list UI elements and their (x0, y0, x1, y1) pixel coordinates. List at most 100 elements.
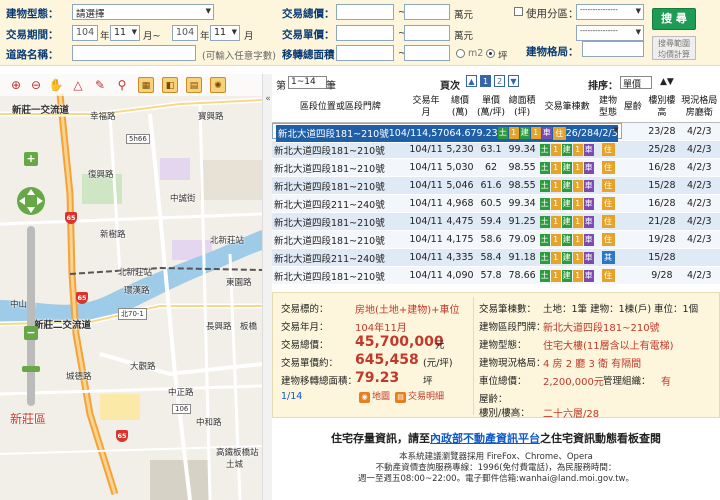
cell-type: 住 (595, 266, 621, 285)
unit-price-select[interactable]: --------------- (576, 25, 644, 41)
year-from-input[interactable]: 104 (72, 25, 98, 41)
col-total[interactable]: 總價(萬) (443, 92, 477, 123)
detail-area-value: 79.23 (355, 370, 400, 386)
cell-pieces: 土1建1車 (497, 124, 553, 143)
cell-floor: 21/28 (645, 212, 679, 231)
average-price-calc-button[interactable]: 搜尋範圍 均價計算 (652, 36, 696, 60)
table-row[interactable]: 新北大道四段181~210號 104/11 4,475 59.4 91.25 土 1 建 1 車住… (272, 212, 720, 231)
col-layout[interactable]: 現況格局房廳衛 (678, 92, 720, 123)
col-type[interactable]: 建物型態 (595, 92, 621, 123)
month-from-select[interactable]: 11 (110, 25, 140, 41)
zoom-out-tool-icon[interactable]: ⊖ (28, 77, 44, 93)
use-zone-select[interactable]: --------------- (576, 4, 644, 20)
map-view[interactable]: 新莊一交流道 幸福路 寶興路 5h66 復興路 中誠街 新樹路 北新莊站 北新莊… (0, 74, 262, 500)
month-to-unit: 月 (244, 31, 254, 42)
col-area[interactable]: 總面積(坪) (505, 92, 539, 123)
detail-unit-unit: (元/坪) (423, 358, 453, 369)
table-row[interactable]: 新北大道四段181~210號 104/11 5,046 61.6 98.55 土 1 建 1 車住… (272, 176, 720, 195)
road-input[interactable] (72, 45, 196, 61)
detail-divider (473, 297, 474, 415)
table-row[interactable]: 新北大道四段211~240號 104/11 4,335 58.4 91.18 土 1 建 1 車其… (272, 248, 720, 267)
collapse-panel-button[interactable]: « (262, 74, 272, 500)
map-label-dazhong: 大觀路 (130, 362, 156, 372)
unit-price-max-input[interactable] (404, 25, 450, 41)
zoom-out-button[interactable]: − (24, 326, 38, 340)
page-next-icon[interactable]: ▼ (508, 75, 519, 87)
col-address[interactable]: 區段位置或區段門牌 (272, 92, 409, 123)
pieces-tag-land: 土 (539, 215, 550, 228)
map-toolbar: ⊕ ⊖ ✋ △ ✎ ⚲ ▦ ◧ ▤ ✺ (0, 74, 262, 96)
zoom-in-tool-icon[interactable]: ⊕ (8, 77, 24, 93)
table-row[interactable]: 新北大道四段211~240號 104/11 4,968 60.5 99.34 土 1 建 1 車住… (272, 194, 720, 213)
grid-icon[interactable]: ▦ (138, 77, 154, 93)
use-zone-checkbox[interactable] (514, 7, 523, 16)
pieces-tag-car: 車 (583, 251, 594, 264)
zoom-slider-track[interactable] (27, 226, 35, 406)
search-button[interactable]: 搜 尋 (652, 8, 696, 30)
area-max-input[interactable] (404, 45, 450, 61)
area-min-input[interactable] (336, 45, 394, 61)
pieces-tag-car: 車 (541, 127, 552, 140)
cell-addr: 新北大道四段211~240號 (272, 194, 409, 213)
pieces-tag-land: 土 (539, 233, 550, 246)
building-type-icon: 住 (601, 233, 615, 246)
cell-type: 住 (595, 176, 621, 195)
col-pieces[interactable]: 交易筆棟數 (538, 92, 596, 123)
settings-icon[interactable]: ✺ (210, 77, 226, 93)
draw-icon[interactable]: ✎ (92, 77, 108, 93)
pan-hand-icon[interactable]: ✋ (48, 77, 64, 93)
range-select[interactable]: 1~14 (288, 76, 327, 89)
map-label-zhong: 中正路 (168, 388, 194, 398)
detail-parking-value: 2,200,000元 (543, 377, 604, 388)
area-unit-m2-radio[interactable] (456, 49, 465, 58)
map-pan-control[interactable] (16, 186, 46, 216)
marker-icon[interactable]: ⚲ (114, 77, 130, 93)
col-ym[interactable]: 交易年月 (408, 92, 444, 123)
month-to-select[interactable]: 11 (210, 25, 240, 41)
cell-unit: 64.6 (449, 124, 471, 143)
pieces-tag-land: 土 (539, 251, 550, 264)
table-row[interactable]: 新北大道四段181~210號 104/11 4,570 64.6 79.23 土 1 建 1 車住… (272, 122, 622, 143)
calc-button-line2: 均價計算 (658, 50, 690, 59)
page-prev-icon[interactable]: ▲ (466, 75, 477, 87)
sort-select[interactable]: 單價 (620, 76, 653, 90)
pieces-tag-build: 建 (561, 197, 572, 210)
pieces-tag-one: 1 (572, 215, 583, 228)
highway-65-shield: 65 (76, 292, 88, 304)
table-row[interactable]: 新北大道四段181~210號 104/11 5,230 63.1 99.34 土 1 建 1 車住… (272, 140, 720, 159)
detail-transaction-button[interactable]: ▤ 交易明細 (395, 389, 444, 403)
detail-type-value: 住宅大樓(11層含以上有電梯) (543, 341, 674, 352)
page-current[interactable]: 1 (480, 75, 491, 87)
layout-input[interactable] (582, 41, 644, 57)
col-unit[interactable]: 單價(萬/坪) (476, 92, 506, 123)
col-floor[interactable]: 樓別樓高 (645, 92, 679, 123)
zoom-slider-handle[interactable] (22, 366, 40, 372)
map-label-beixin-station: 北新莊站 (118, 268, 153, 278)
sort-label: 排序： (588, 81, 618, 92)
total-price-min-input[interactable] (336, 4, 394, 20)
map-label-dongyuan: 東園路 (226, 278, 252, 288)
table-row[interactable]: 新北大道四段181~210號 104/11 4,090 57.8 78.66 土 1 建 1 車住… (272, 266, 720, 285)
table-row[interactable]: 新北大道四段181~210號 104/11 4,175 58.6 79.09 土 1 建 1 車住… (272, 230, 720, 249)
page-next-number[interactable]: 2 (494, 75, 505, 87)
promo-link[interactable]: 內政部不動產資訊平台 (430, 432, 540, 445)
unit-price-min-input[interactable] (336, 25, 394, 41)
cell-total: 4,175 (443, 230, 477, 249)
total-price-max-input[interactable] (404, 4, 450, 20)
layer-icon[interactable]: ◧ (162, 77, 178, 93)
sort-direction-icon[interactable]: ▲▼ (660, 77, 674, 87)
cell-addr: 新北大道四段211~240號 (272, 248, 409, 267)
detail-map-button[interactable]: ◉ 地圖 (359, 389, 390, 403)
building-type-icon: 住 (601, 197, 615, 210)
zoom-in-button[interactable]: + (24, 152, 38, 166)
map-road-5h66: 5h66 (126, 134, 150, 144)
overlay-icon[interactable]: ▤ (186, 77, 202, 93)
detail-addr-value: 新北大道四段181~210號 (543, 323, 660, 334)
measure-icon[interactable]: △ (70, 77, 86, 93)
building-type-select[interactable]: 請選擇 (72, 4, 214, 20)
col-age[interactable]: 屋齡 (620, 92, 646, 123)
area-unit-ping-radio[interactable] (486, 49, 495, 58)
cell-total: 5,046 (443, 176, 477, 195)
year-to-input[interactable]: 104 (172, 25, 198, 41)
table-row[interactable]: 新北大道四段181~210號 104/11 5,030 62 98.55 土 1 建 1 車住 16… (272, 158, 720, 177)
